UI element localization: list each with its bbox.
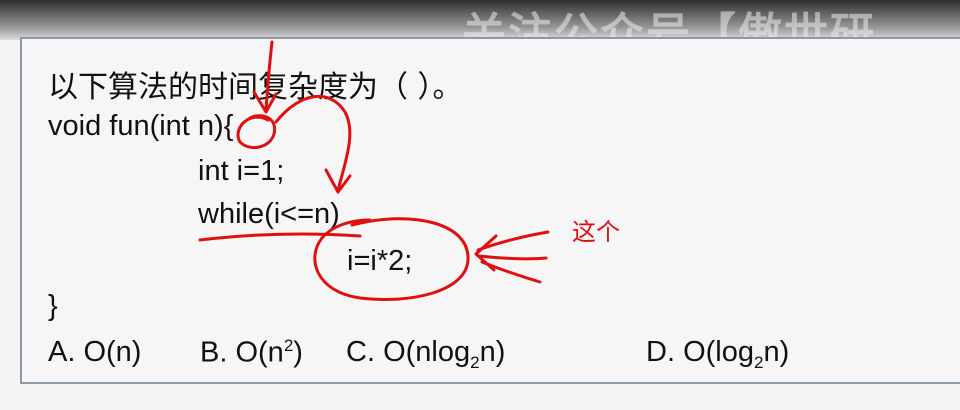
option-b-letter: B.: [200, 336, 228, 369]
option-b-pre: O(n: [235, 336, 284, 369]
option-c-pre: O(nlog: [383, 336, 471, 368]
option-c-letter: C.: [346, 336, 375, 368]
question-text: 以下算法的时间复杂度为（ ）。: [48, 70, 463, 105]
option-d: D. O(log2n): [646, 336, 789, 373]
option-b-post: ): [293, 336, 303, 369]
code-line-4: i=i*2;: [347, 245, 413, 277]
code-line-5: }: [48, 290, 58, 322]
option-a-letter: A.: [48, 336, 76, 368]
screenshot: 关注公众号【傲世研 以下算法的时间复杂度为（ ）。 void fun(int n…: [0, 0, 960, 410]
option-c: C. O(nlog2n): [346, 336, 505, 373]
option-a: A. O(n): [48, 336, 141, 369]
option-d-letter: D.: [646, 336, 675, 368]
code-line-3: while(i<=n): [198, 198, 340, 230]
option-b: B. O(n2): [200, 336, 303, 370]
option-a-text: O(n): [83, 336, 142, 368]
option-d-pre: O(log: [683, 336, 754, 368]
option-c-post: n): [479, 336, 506, 368]
annotation-label: 这个: [572, 218, 620, 246]
option-d-post: n): [763, 336, 790, 368]
option-b-sup: 2: [283, 336, 294, 355]
code-line-1: void fun(int n){: [48, 110, 234, 142]
code-line-2: int i=1;: [198, 155, 285, 187]
option-c-sub: 2: [470, 352, 480, 372]
